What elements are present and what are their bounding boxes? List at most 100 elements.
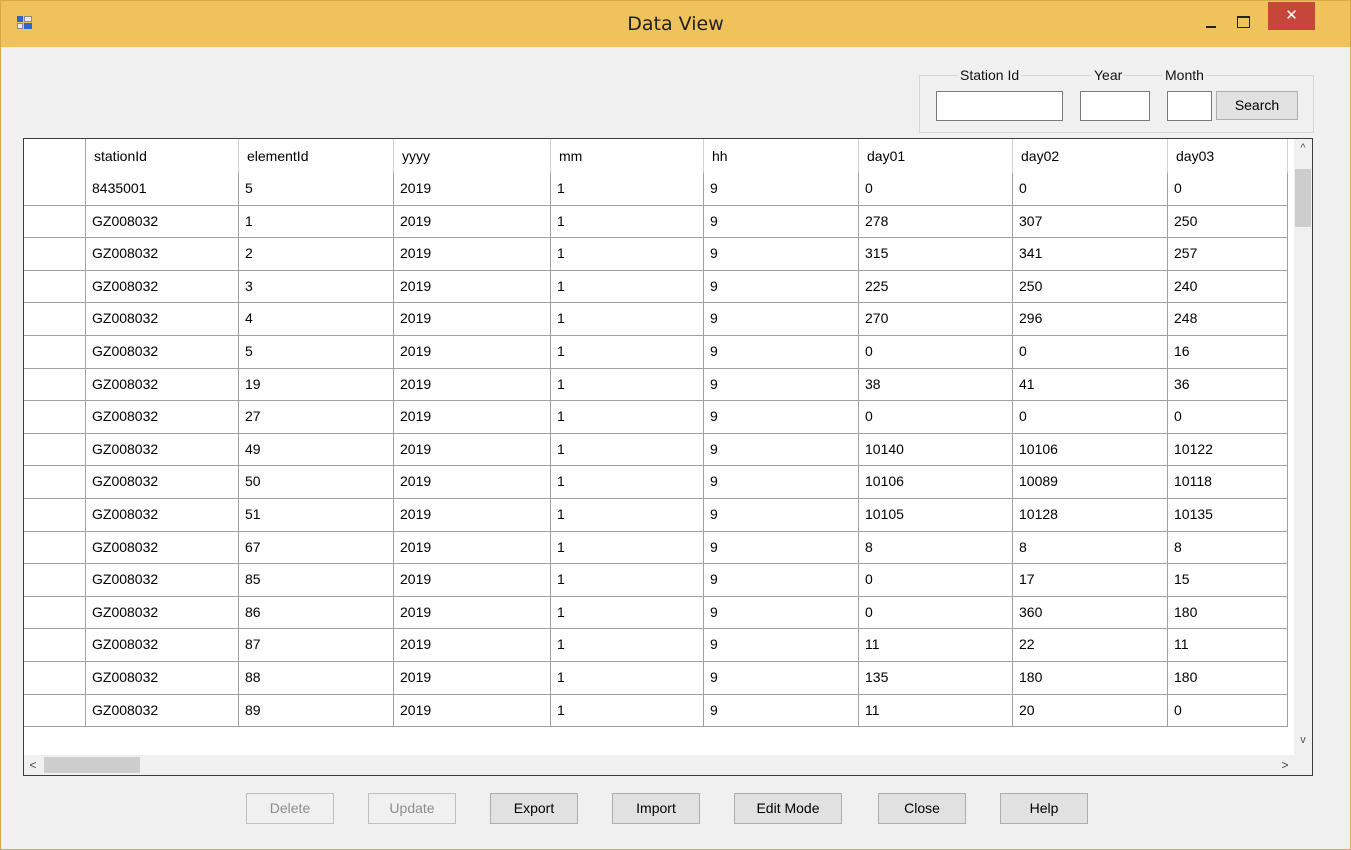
- table-cell[interactable]: 87: [239, 629, 394, 662]
- table-cell[interactable]: 50: [239, 466, 394, 499]
- table-row[interactable]: GZ008032 27 2019 1 9 0 0 0: [24, 401, 1288, 434]
- table-row[interactable]: GZ008032 3 2019 1 9 225 250 240: [24, 270, 1288, 304]
- table-row[interactable]: 8435001 5 2019 1 9 0 0 0: [24, 173, 1288, 206]
- table-cell[interactable]: 250: [1013, 270, 1168, 304]
- table-row[interactable]: GZ008032 89 2019 1 9 11 20 0: [24, 694, 1288, 728]
- table-cell[interactable]: 10135: [1168, 498, 1288, 532]
- maximize-button[interactable]: [1229, 9, 1257, 35]
- table-cell[interactable]: 0: [1013, 401, 1168, 434]
- table-cell[interactable]: 0: [1013, 335, 1168, 369]
- table-cell[interactable]: 0: [1168, 173, 1288, 206]
- table-cell[interactable]: 16: [1168, 335, 1288, 369]
- table-cell[interactable]: 1: [551, 270, 704, 304]
- table-row[interactable]: GZ008032 2 2019 1 9 315 341 257: [24, 238, 1288, 271]
- vertical-scrollbar[interactable]: ^ v: [1294, 139, 1312, 755]
- scroll-left-icon[interactable]: <: [24, 755, 42, 775]
- row-header[interactable]: [24, 629, 86, 662]
- table-cell[interactable]: 180: [1168, 596, 1288, 630]
- table-cell[interactable]: 10128: [1013, 498, 1168, 532]
- table-cell[interactable]: 9: [704, 466, 859, 499]
- row-header-corner[interactable]: [24, 139, 86, 173]
- table-cell[interactable]: 38: [859, 368, 1013, 402]
- table-cell[interactable]: 2019: [394, 629, 551, 662]
- row-header[interactable]: [24, 238, 86, 271]
- table-cell[interactable]: 248: [1168, 303, 1288, 336]
- table-cell[interactable]: 11: [859, 629, 1013, 662]
- table-cell[interactable]: GZ008032: [86, 466, 239, 499]
- table-cell[interactable]: 0: [859, 173, 1013, 206]
- table-cell[interactable]: 0: [859, 335, 1013, 369]
- table-cell[interactable]: 1: [551, 498, 704, 532]
- scroll-down-icon[interactable]: v: [1294, 731, 1312, 749]
- table-cell[interactable]: 86: [239, 596, 394, 630]
- table-cell[interactable]: GZ008032: [86, 531, 239, 565]
- table-cell[interactable]: 1: [551, 661, 704, 695]
- table-cell[interactable]: GZ008032: [86, 335, 239, 369]
- table-row[interactable]: GZ008032 85 2019 1 9 0 17 15: [24, 564, 1288, 597]
- table-cell[interactable]: GZ008032: [86, 564, 239, 597]
- table-cell[interactable]: 1: [551, 629, 704, 662]
- row-header[interactable]: [24, 303, 86, 336]
- table-cell[interactable]: 2019: [394, 694, 551, 728]
- row-header[interactable]: [24, 661, 86, 695]
- edit-mode-button[interactable]: Edit Mode: [734, 793, 842, 824]
- table-cell[interactable]: 135: [859, 661, 1013, 695]
- minimize-button[interactable]: [1197, 9, 1225, 35]
- table-cell[interactable]: 0: [859, 596, 1013, 630]
- table-cell[interactable]: 9: [704, 401, 859, 434]
- table-cell[interactable]: 9: [704, 531, 859, 565]
- table-cell[interactable]: 5: [239, 173, 394, 206]
- row-header[interactable]: [24, 335, 86, 369]
- table-cell[interactable]: 240: [1168, 270, 1288, 304]
- row-header[interactable]: [24, 466, 86, 499]
- table-cell[interactable]: 8: [859, 531, 1013, 565]
- table-cell[interactable]: 2019: [394, 401, 551, 434]
- table-cell[interactable]: 10140: [859, 433, 1013, 467]
- table-cell[interactable]: 257: [1168, 238, 1288, 271]
- table-cell[interactable]: 19: [239, 368, 394, 402]
- table-cell[interactable]: 17: [1013, 564, 1168, 597]
- table-cell[interactable]: 2019: [394, 238, 551, 271]
- table-cell[interactable]: 9: [704, 433, 859, 467]
- table-cell[interactable]: 10106: [1013, 433, 1168, 467]
- column-header[interactable]: stationId: [86, 139, 239, 173]
- table-cell[interactable]: 89: [239, 694, 394, 728]
- row-header[interactable]: [24, 401, 86, 434]
- table-cell[interactable]: 9: [704, 205, 859, 239]
- table-cell[interactable]: 1: [551, 368, 704, 402]
- row-header[interactable]: [24, 205, 86, 239]
- table-cell[interactable]: 9: [704, 629, 859, 662]
- table-row[interactable]: GZ008032 86 2019 1 9 0 360 180: [24, 596, 1288, 630]
- table-cell[interactable]: 2: [239, 238, 394, 271]
- table-row[interactable]: GZ008032 51 2019 1 9 10105 10128 10135: [24, 498, 1288, 532]
- table-cell[interactable]: 360: [1013, 596, 1168, 630]
- table-cell[interactable]: GZ008032: [86, 498, 239, 532]
- close-window-button[interactable]: ✕: [1268, 2, 1315, 30]
- column-header[interactable]: day03: [1168, 139, 1288, 173]
- table-cell[interactable]: GZ008032: [86, 368, 239, 402]
- table-cell[interactable]: 1: [551, 433, 704, 467]
- table-cell[interactable]: 1: [551, 531, 704, 565]
- delete-button[interactable]: Delete: [246, 793, 334, 824]
- table-cell[interactable]: 8: [1013, 531, 1168, 565]
- data-grid[interactable]: stationId elementId yyyy mm hh day01 day…: [23, 138, 1313, 776]
- title-bar[interactable]: Data View ✕: [1, 1, 1350, 47]
- table-row[interactable]: GZ008032 19 2019 1 9 38 41 36: [24, 368, 1288, 402]
- table-cell[interactable]: 2019: [394, 498, 551, 532]
- table-cell[interactable]: 341: [1013, 238, 1168, 271]
- row-header[interactable]: [24, 173, 86, 206]
- table-cell[interactable]: 1: [551, 596, 704, 630]
- table-cell[interactable]: 20: [1013, 694, 1168, 728]
- export-button[interactable]: Export: [490, 793, 578, 824]
- table-cell[interactable]: 41: [1013, 368, 1168, 402]
- table-cell[interactable]: 1: [551, 564, 704, 597]
- table-cell[interactable]: 51: [239, 498, 394, 532]
- table-cell[interactable]: 2019: [394, 335, 551, 369]
- station-id-input[interactable]: [936, 91, 1063, 121]
- update-button[interactable]: Update: [368, 793, 456, 824]
- search-button[interactable]: Search: [1216, 91, 1298, 120]
- row-header[interactable]: [24, 433, 86, 467]
- table-cell[interactable]: 4: [239, 303, 394, 336]
- table-cell[interactable]: 1: [551, 173, 704, 206]
- table-cell[interactable]: 2019: [394, 661, 551, 695]
